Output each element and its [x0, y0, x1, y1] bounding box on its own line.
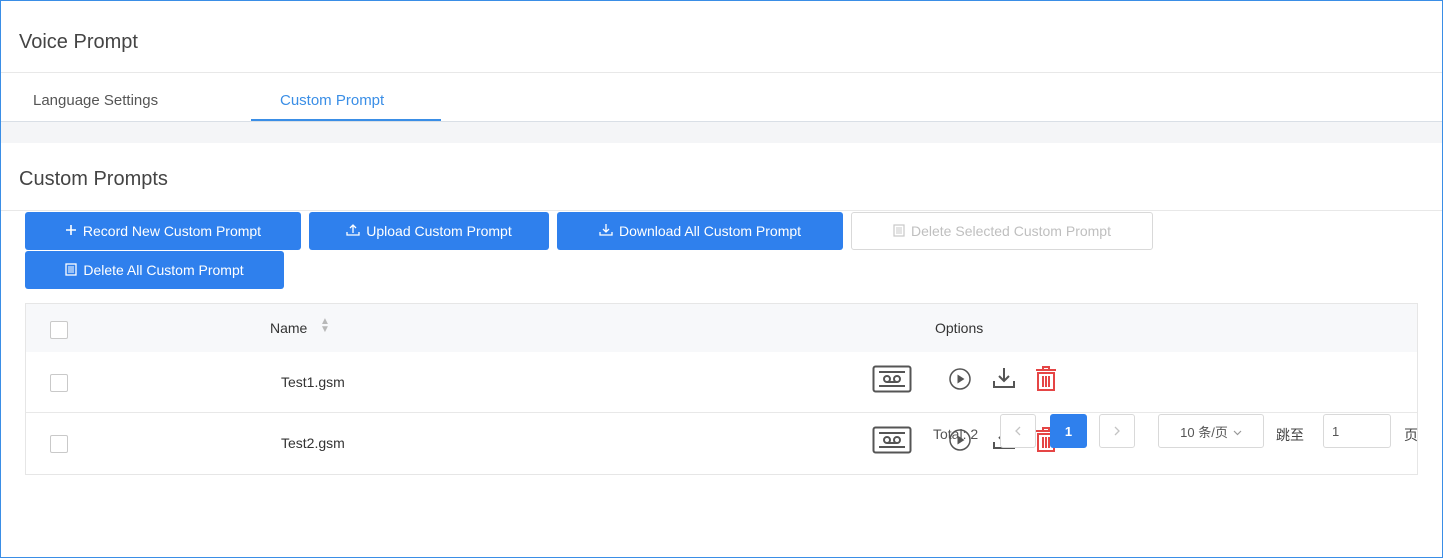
section-title: Custom Prompts — [19, 168, 168, 190]
upload-custom-prompt-button[interactable]: Upload Custom Prompt — [309, 212, 549, 250]
sort-icon[interactable]: ▲ ▼ — [320, 317, 330, 335]
button-label: Upload Custom Prompt — [366, 223, 512, 239]
page-header: Voice Prompt Language Settings Custom Pr… — [1, 1, 1442, 122]
tab-language-settings[interactable]: Language Settings — [33, 92, 158, 109]
prev-page-button[interactable] — [1000, 414, 1036, 448]
upload-icon — [346, 223, 360, 239]
record-icon[interactable] — [872, 365, 912, 398]
prompt-name: Test2.gsm — [281, 435, 345, 451]
button-label: Download All Custom Prompt — [618, 223, 802, 239]
page-size-value: 10 条/页 — [1180, 424, 1228, 440]
select-all-checkbox[interactable] — [50, 321, 68, 339]
pagination-total: Total: 2 — [933, 426, 979, 442]
trash-icon — [65, 262, 77, 278]
prompts-table: Name ▲ ▼ Options Test1.gsm Test2.gsm — [25, 303, 1418, 475]
row-checkbox[interactable] — [50, 374, 68, 392]
page-size-select[interactable]: 10 条/页 — [1158, 414, 1264, 448]
download-icon — [599, 223, 613, 239]
trash-icon — [893, 223, 905, 239]
delete-all-custom-prompt-button[interactable]: Delete All Custom Prompt — [25, 251, 284, 289]
delete-icon[interactable] — [1035, 366, 1057, 397]
download-all-custom-prompt-button[interactable]: Download All Custom Prompt — [557, 212, 843, 250]
button-label: Delete All Custom Prompt — [83, 262, 244, 278]
column-header-name[interactable]: Name — [270, 320, 307, 336]
chevron-left-icon — [1014, 424, 1022, 439]
jump-to-label: 跳至 — [1276, 427, 1304, 443]
record-icon[interactable] — [872, 426, 912, 459]
button-label: Record New Custom Prompt — [82, 223, 262, 239]
table-header: Name ▲ ▼ Options — [26, 304, 1417, 352]
next-page-button[interactable] — [1099, 414, 1135, 448]
column-header-options: Options — [935, 320, 984, 336]
download-icon[interactable] — [992, 366, 1016, 395]
custom-prompts-section: Custom Prompts Record New Custom Prompt … — [1, 143, 1442, 557]
plus-icon — [65, 224, 77, 238]
divider — [1, 121, 1442, 122]
table-row: Test1.gsm — [26, 352, 1417, 413]
divider — [1, 72, 1442, 73]
page-suffix-label: 页 — [1404, 427, 1418, 443]
divider — [1, 210, 1442, 211]
play-icon[interactable] — [948, 367, 972, 396]
app-frame: Voice Prompt Language Settings Custom Pr… — [0, 0, 1443, 558]
jump-to-page-input[interactable] — [1323, 414, 1391, 448]
record-new-custom-prompt-button[interactable]: Record New Custom Prompt — [25, 212, 301, 250]
tab-custom-prompt[interactable]: Custom Prompt — [280, 92, 384, 109]
page-number-button[interactable]: 1 — [1050, 414, 1087, 448]
chevron-down-icon — [1233, 424, 1242, 439]
delete-selected-custom-prompt-button[interactable]: Delete Selected Custom Prompt — [851, 212, 1153, 250]
button-label: Delete Selected Custom Prompt — [911, 223, 1111, 239]
prompt-name: Test1.gsm — [281, 374, 345, 390]
row-checkbox[interactable] — [50, 435, 68, 453]
page-title: Voice Prompt — [19, 31, 138, 53]
chevron-right-icon — [1113, 424, 1121, 439]
